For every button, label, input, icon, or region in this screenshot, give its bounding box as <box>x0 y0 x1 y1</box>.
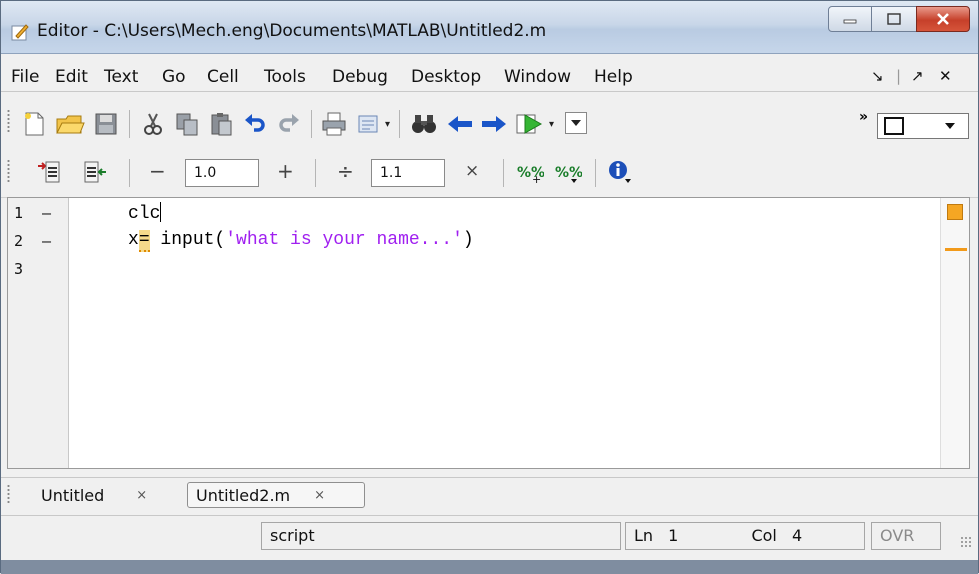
breakpoint-marker[interactable]: — <box>42 232 51 250</box>
chevron-down-icon <box>571 120 581 126</box>
code-line-2[interactable]: x= input('what is your name...') <box>128 230 474 252</box>
svg-text:%%: %% <box>555 165 582 181</box>
code-string: 'what is your name...' <box>225 230 463 250</box>
column-label: Col <box>751 526 777 545</box>
stack-dropdown[interactable] <box>565 112 587 134</box>
close-editor-icon[interactable]: ✕ <box>939 67 952 85</box>
tab-close-icon[interactable]: × <box>314 488 325 503</box>
overwrite-status: OVR <box>871 522 941 550</box>
single-layout-icon <box>884 117 955 135</box>
tab-untitled2[interactable]: Untitled2.m × <box>187 482 365 508</box>
divide-button[interactable]: ÷ <box>337 159 354 183</box>
publish-dropdown-arrow-icon[interactable]: ▾ <box>385 119 390 130</box>
tab-label: Untitled2.m <box>196 485 291 505</box>
close-window-button[interactable] <box>916 6 970 32</box>
find-binoculars-icon[interactable] <box>409 109 439 139</box>
line-number: 1 <box>14 204 24 222</box>
tab-label: Untitled <box>41 485 105 505</box>
save-icon[interactable] <box>91 109 121 139</box>
code-suffix: ) <box>462 230 474 250</box>
tab-untitled[interactable]: Untitled × <box>21 482 191 508</box>
toolbar-grip[interactable] <box>7 109 10 133</box>
editor-window: Editor - C:\Users\Mech.eng\Documents\MAT… <box>0 0 979 574</box>
evaluate-cell-icon[interactable] <box>81 157 109 187</box>
decrement-value-input[interactable]: 1.0 <box>185 159 259 187</box>
line-label: Ln <box>634 526 654 545</box>
cut-icon[interactable] <box>139 109 167 139</box>
line-number: 3 <box>14 260 24 278</box>
file-type-status: script <box>261 522 621 550</box>
divide-value-input[interactable]: 1.1 <box>371 159 445 187</box>
editor-app-icon <box>11 24 29 41</box>
menu-cell[interactable]: Cell <box>207 67 239 87</box>
main-toolbar: ▾ ▾ » <box>1 97 978 152</box>
menu-go[interactable]: Go <box>162 67 186 87</box>
menu-file[interactable]: File <box>11 67 39 87</box>
line-number-gutter: 1 — 2 — 3 <box>8 198 69 468</box>
breakpoint-marker[interactable]: — <box>42 204 51 222</box>
cell-decrease-icon[interactable]: %% <box>553 159 583 187</box>
warning-status-indicator[interactable] <box>947 204 963 220</box>
increment-button[interactable]: + <box>277 159 294 183</box>
message-bar <box>940 198 969 468</box>
paste-icon[interactable] <box>207 109 235 139</box>
code-warning-operator: = <box>138 230 150 252</box>
redo-icon[interactable] <box>275 109 303 139</box>
warning-line-marker[interactable] <box>945 248 967 251</box>
multiply-button[interactable]: × <box>465 161 479 181</box>
maximize-button[interactable] <box>872 6 916 32</box>
cell-info-icon[interactable] <box>605 157 635 187</box>
cell-toolbar-grip[interactable] <box>7 159 10 183</box>
window-title: Editor - C:\Users\Mech.eng\Documents\MAT… <box>37 21 547 41</box>
window-bottom-edge <box>1 560 978 574</box>
decrement-button[interactable]: − <box>149 159 166 183</box>
line-value: 1 <box>668 526 679 545</box>
print-icon[interactable] <box>319 109 349 139</box>
cell-toolbar: − 1.0 + ÷ 1.1 × %% + %% <box>1 151 978 198</box>
code-line-1[interactable]: clc <box>128 202 162 224</box>
run-dropdown-arrow-icon[interactable]: ▾ <box>549 119 554 130</box>
svg-text:+: + <box>532 173 541 185</box>
cursor-position-status: Ln 1 Col 4 <box>625 522 865 550</box>
minimize-icon <box>843 19 857 24</box>
tabs-grip <box>7 484 10 504</box>
open-folder-icon[interactable] <box>53 109 87 139</box>
menu-desktop[interactable]: Desktop <box>411 67 481 87</box>
tab-close-icon[interactable]: × <box>136 488 147 503</box>
status-bar: script Ln 1 Col 4 OVR <box>1 515 978 556</box>
back-arrow-icon[interactable] <box>445 109 475 139</box>
menu-window[interactable]: Window <box>504 67 571 87</box>
menu-tools[interactable]: Tools <box>264 67 306 87</box>
toolbar-overflow-icon[interactable]: » <box>859 109 868 125</box>
menu-debug[interactable]: Debug <box>332 67 388 87</box>
code-function: input( <box>149 230 226 250</box>
resize-grip-icon[interactable] <box>960 536 972 548</box>
close-icon <box>937 13 949 25</box>
menu-text[interactable]: Text <box>104 67 138 87</box>
menu-edit[interactable]: Edit <box>55 67 88 87</box>
layout-dropdown[interactable] <box>877 113 969 139</box>
column-value: 4 <box>791 526 803 545</box>
document-tabs: Untitled × Untitled2.m × <box>1 477 978 512</box>
code-editor[interactable]: 1 — 2 — 3 clc x= input('what is your nam… <box>7 197 970 469</box>
copy-icon[interactable] <box>173 109 201 139</box>
forward-arrow-icon[interactable] <box>479 109 509 139</box>
maximize-editor-icon[interactable]: ↗ <box>911 67 924 85</box>
undo-icon[interactable] <box>241 109 269 139</box>
code-text: clc <box>128 204 161 224</box>
menu-bar: File Edit Text Go Cell Tools Debug Deskt… <box>1 61 978 92</box>
run-icon[interactable] <box>513 109 547 139</box>
menu-help[interactable]: Help <box>594 67 633 87</box>
title-bar: Editor - C:\Users\Mech.eng\Documents\MAT… <box>1 1 978 54</box>
new-file-icon[interactable] <box>19 109 49 139</box>
text-cursor <box>160 202 162 222</box>
cell-increase-icon[interactable]: %% + <box>515 159 545 187</box>
undock-icon[interactable]: ↘ <box>871 67 884 85</box>
line-number: 2 <box>14 232 24 250</box>
code-variable: x <box>128 230 139 250</box>
publish-icon[interactable] <box>353 109 383 139</box>
insert-cell-break-icon[interactable] <box>35 157 63 187</box>
minimize-button[interactable] <box>828 6 872 32</box>
maximize-icon <box>887 13 901 25</box>
